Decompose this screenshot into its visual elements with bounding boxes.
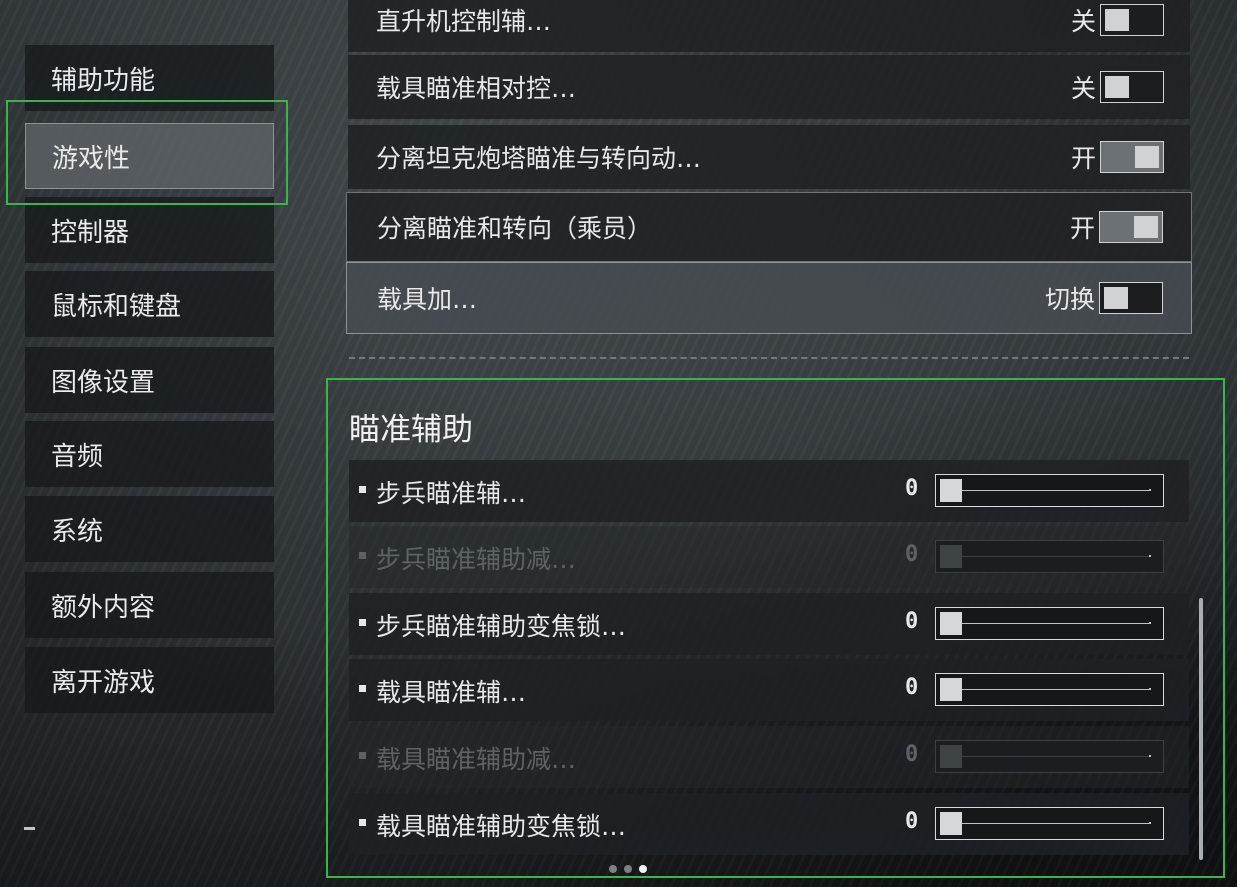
setting-row-vehicle-aim-relative[interactable]: 载具瞄准相对控… 关 [348, 55, 1190, 119]
slider-control [935, 740, 1164, 773]
sidebar-item-label: 辅助功能 [51, 65, 156, 96]
slider-track [962, 756, 1149, 757]
slider-handle [940, 745, 962, 768]
sidebar-item-label: 图像设置 [51, 367, 156, 398]
setting-label: 分离瞄准和转向（乘员） [377, 214, 653, 243]
slider-end-marker [1149, 688, 1151, 690]
toggle-knob [1135, 146, 1159, 168]
setting-label: 载具加… [377, 285, 478, 314]
slider-row-infantry-aim-assist[interactable]: 步兵瞄准辅… 0 [349, 460, 1189, 522]
slider-track [962, 490, 1149, 491]
pagination-dots [609, 865, 647, 873]
slider-value: 0 [905, 476, 919, 501]
slider-end-marker [1149, 755, 1151, 757]
setting-toggle[interactable] [1100, 4, 1164, 36]
setting-label: 直升机控制辅… [376, 7, 552, 36]
setting-row-tank-turret-separate[interactable]: 分离坦克炮塔瞄准与转向动… 开 [348, 125, 1190, 189]
sidebar-item-label: 鼠标和键盘 [51, 291, 182, 322]
setting-value: 开 [1069, 214, 1095, 243]
setting-toggle[interactable] [1099, 282, 1163, 314]
bullet-icon [359, 486, 366, 493]
toggle-knob [1105, 76, 1129, 98]
slider-handle[interactable] [940, 479, 962, 502]
slider-handle[interactable] [940, 812, 962, 835]
sidebar-item-system[interactable]: 系统 [25, 496, 274, 562]
slider-label: 步兵瞄准辅助变焦锁… [376, 612, 627, 641]
slider-control [935, 540, 1164, 573]
dash-marker [24, 827, 35, 830]
slider-track [962, 689, 1149, 690]
page-dot-active[interactable] [639, 865, 647, 873]
slider-value: 0 [905, 742, 919, 767]
sidebar-item-label: 音频 [51, 441, 104, 472]
page-dot[interactable] [624, 865, 632, 873]
slider-row-infantry-aim-slowdown: 步兵瞄准辅助减… 0 [349, 526, 1189, 588]
slider-row-vehicle-aim-slowdown: 载具瞄准辅助减… 0 [349, 726, 1189, 788]
slider-end-marker [1149, 555, 1151, 557]
setting-row-vehicle-accelerate[interactable]: 载具加… 切换 [346, 262, 1192, 334]
setting-row-separate-aim-crew[interactable]: 分离瞄准和转向（乘员） 开 [346, 192, 1192, 262]
slider-row-vehicle-aim-assist[interactable]: 载具瞄准辅… 0 [349, 659, 1189, 721]
setting-value: 开 [1070, 144, 1096, 173]
setting-toggle[interactable] [1100, 71, 1164, 103]
setting-value: 关 [1070, 7, 1096, 36]
bullet-icon [359, 619, 366, 626]
section-divider [349, 357, 1189, 359]
slider-label: 载具瞄准辅助减… [376, 745, 577, 774]
sidebar-item-controller[interactable]: 控制器 [25, 197, 274, 263]
slider-label: 载具瞄准辅… [376, 678, 527, 707]
slider-track [962, 823, 1149, 824]
sidebar-item-quit-game[interactable]: 离开游戏 [25, 647, 274, 713]
slider-control[interactable] [935, 607, 1164, 640]
slider-value: 0 [905, 542, 919, 567]
slider-control[interactable] [935, 474, 1164, 507]
sidebar-item-label: 离开游戏 [51, 667, 156, 698]
slider-handle[interactable] [940, 678, 962, 701]
setting-label: 分离坦克炮塔瞄准与转向动… [376, 144, 702, 173]
sidebar-item-mouse-keyboard[interactable]: 鼠标和键盘 [25, 271, 274, 337]
toggle-knob [1104, 287, 1128, 309]
setting-value: 切换 [1044, 285, 1095, 314]
slider-track [962, 556, 1149, 557]
page-dot[interactable] [609, 865, 617, 873]
slider-value: 0 [905, 675, 919, 700]
sidebar-focus-highlight [6, 100, 288, 205]
slider-end-marker [1149, 489, 1151, 491]
bullet-icon [359, 685, 366, 692]
slider-control[interactable] [935, 673, 1164, 706]
sidebar-item-graphics[interactable]: 图像设置 [25, 347, 274, 413]
setting-toggle[interactable] [1099, 211, 1163, 243]
toggle-knob [1105, 9, 1129, 31]
slider-handle[interactable] [940, 612, 962, 635]
slider-label: 步兵瞄准辅助减… [376, 545, 577, 574]
slider-control[interactable] [935, 807, 1164, 840]
slider-track [962, 623, 1149, 624]
bullet-icon [359, 552, 366, 559]
sidebar-item-label: 额外内容 [51, 592, 156, 623]
slider-end-marker [1149, 822, 1151, 824]
sidebar-item-label: 控制器 [51, 217, 130, 248]
slider-value: 0 [905, 809, 919, 834]
setting-label: 载具瞄准相对控… [376, 74, 577, 103]
toggle-knob [1134, 216, 1158, 238]
slider-row-vehicle-zoom-snap[interactable]: 载具瞄准辅助变焦锁… 0 [349, 793, 1189, 855]
slider-end-marker [1149, 622, 1151, 624]
setting-value: 关 [1070, 74, 1096, 103]
setting-row-helicopter-control[interactable]: 直升机控制辅… 关 [348, 0, 1190, 52]
bullet-icon [359, 819, 366, 826]
slider-value: 0 [905, 609, 919, 634]
slider-handle [940, 545, 962, 568]
section-title: 瞄准辅助 [349, 412, 473, 448]
bullet-icon [359, 752, 366, 759]
setting-toggle[interactable] [1100, 141, 1164, 173]
slider-label: 载具瞄准辅助变焦锁… [376, 812, 627, 841]
sidebar-item-extra-content[interactable]: 额外内容 [25, 572, 274, 638]
sidebar-item-audio[interactable]: 音频 [25, 421, 274, 487]
slider-label: 步兵瞄准辅… [376, 479, 527, 508]
scrollbar[interactable] [1199, 598, 1203, 860]
slider-row-infantry-zoom-snap[interactable]: 步兵瞄准辅助变焦锁… 0 [349, 593, 1189, 655]
sidebar-item-label: 系统 [51, 516, 104, 547]
